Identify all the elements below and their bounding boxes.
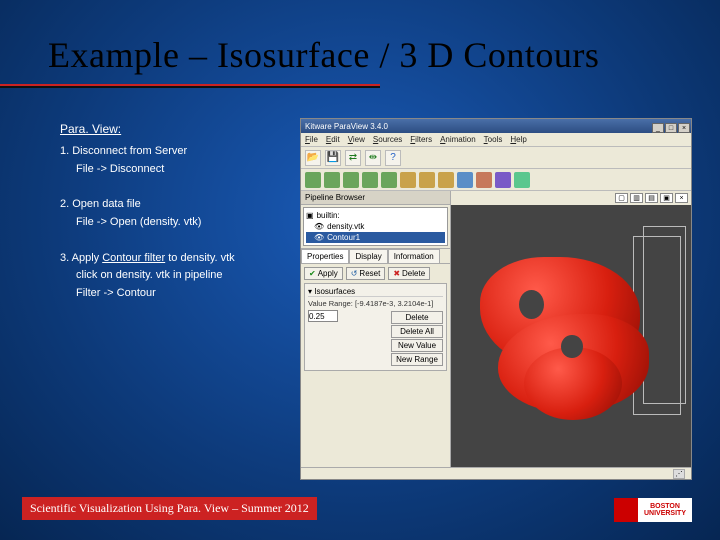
filter-icon[interactable]	[457, 172, 473, 188]
delete-all-button[interactable]: Delete All	[391, 325, 443, 338]
tab-properties[interactable]: Properties	[301, 249, 349, 263]
connect-icon[interactable]: ⇄	[345, 150, 361, 166]
delete-label: Delete	[402, 269, 425, 278]
instructions-heading: Para. View:	[60, 120, 290, 139]
step-2: 2. Open data file	[60, 196, 290, 214]
statusbar: ⋰	[301, 467, 691, 479]
menu-help[interactable]: Help	[510, 135, 526, 144]
left-panel: Pipeline Browser ▣builtin: 👁density.vtk …	[301, 191, 451, 467]
resize-grip-icon[interactable]: ⋰	[673, 469, 685, 479]
property-tabs: Properties Display Information	[301, 248, 450, 263]
view-split-v-icon[interactable]: ▤	[645, 193, 658, 203]
pipeline-browser-title: Pipeline Browser	[301, 191, 450, 205]
step-2a: File -> Open (density. vtk)	[76, 214, 290, 232]
step-3: 3. Apply Contour filter to density. vtk	[60, 250, 290, 268]
filter-icon[interactable]	[438, 172, 454, 188]
paraview-window: Kitware ParaView 3.4.0 _□× File Edit Vie…	[300, 118, 692, 480]
step-3a: click on density. vtk in pipeline	[76, 267, 290, 285]
filter-icon[interactable]	[514, 172, 530, 188]
boston-university-logo: BOSTONUNIVERSITY	[614, 498, 692, 522]
window-titlebar: Kitware ParaView 3.4.0 _□×	[301, 119, 691, 133]
step-3b: Filter -> Contour	[76, 285, 290, 303]
apply-button[interactable]: ✔Apply	[304, 267, 343, 280]
tree-item[interactable]: 👁density.vtk	[306, 221, 445, 232]
step-3-suffix: to density. vtk	[165, 252, 235, 264]
window-buttons: _□×	[652, 117, 691, 135]
eye-icon[interactable]: 👁	[314, 222, 324, 231]
tree-item-label: density.vtk	[327, 222, 364, 231]
delete-button[interactable]: ✖Delete	[388, 267, 430, 280]
step-1: 1. Disconnect from Server	[60, 143, 290, 161]
close-icon[interactable]: ×	[678, 123, 690, 133]
save-icon[interactable]: 💾	[325, 150, 341, 166]
main-area: Pipeline Browser ▣builtin: 👁density.vtk …	[301, 191, 691, 467]
bu-logo-red-block	[614, 498, 638, 522]
group-label: Isosurfaces	[314, 287, 355, 296]
bu-logo-text: BOSTONUNIVERSITY	[638, 503, 692, 517]
filter-icon[interactable]	[305, 172, 321, 188]
tab-display[interactable]: Display	[349, 249, 387, 263]
tree-item-selected[interactable]: 👁Contour1	[306, 232, 445, 243]
instructions-column: Para. View: 1. Disconnect from Server Fi…	[60, 120, 290, 302]
3d-canvas[interactable]	[451, 205, 691, 467]
filter-icon[interactable]	[362, 172, 378, 188]
filter-icon[interactable]	[419, 172, 435, 188]
menu-animation[interactable]: Animation	[440, 135, 476, 144]
delete-value-button[interactable]: Delete	[391, 311, 443, 324]
isosurface-render	[480, 257, 658, 419]
view-maximize-icon[interactable]: ▣	[660, 193, 673, 203]
filter-icon[interactable]	[400, 172, 416, 188]
menu-edit[interactable]: Edit	[326, 135, 340, 144]
filter-icon[interactable]	[381, 172, 397, 188]
eye-icon[interactable]: 👁	[314, 233, 324, 242]
new-value-button[interactable]: New Value	[391, 339, 443, 352]
menu-tools[interactable]: Tools	[484, 135, 503, 144]
filter-icon[interactable]	[495, 172, 511, 188]
disconnect-icon[interactable]: ⇹	[365, 150, 381, 166]
reset-icon: ↺	[351, 269, 358, 278]
footer-bar: Scientific Visualization Using Para. Vie…	[22, 497, 317, 520]
tree-root[interactable]: ▣builtin:	[306, 210, 445, 221]
window-title: Kitware ParaView 3.4.0	[301, 122, 652, 131]
step-3-link: Contour filter	[102, 252, 165, 264]
menu-sources[interactable]: Sources	[373, 135, 402, 144]
help-icon[interactable]: ?	[385, 150, 401, 166]
toolbar-2	[301, 169, 691, 191]
reset-button[interactable]: ↺Reset	[346, 267, 386, 280]
server-icon: ▣	[306, 211, 314, 220]
open-icon[interactable]: 📂	[305, 150, 321, 166]
step-1a: File -> Disconnect	[76, 161, 290, 179]
minimize-icon[interactable]: _	[652, 123, 664, 133]
toolbar-1: 📂 💾 ⇄ ⇹ ?	[301, 147, 691, 169]
properties-panel: ✔Apply ↺Reset ✖Delete ▾ Isosurfaces Valu…	[301, 263, 450, 467]
tree-item-label: Contour1	[327, 233, 360, 242]
tree-root-label: builtin:	[317, 211, 340, 220]
isosurfaces-group: ▾ Isosurfaces Value Range: [-9.4187e-3, …	[304, 283, 447, 371]
value-range: Value Range: [-9.4187e-3, 3.2104e-1]	[308, 299, 443, 308]
reset-label: Reset	[359, 269, 380, 278]
menubar: File Edit View Sources Filters Animation…	[301, 133, 691, 147]
menu-filters[interactable]: Filters	[410, 135, 432, 144]
view-split-icon[interactable]: ▢	[615, 193, 628, 203]
delete-icon: ✖	[393, 269, 400, 278]
filter-icon[interactable]	[476, 172, 492, 188]
apply-label: Apply	[318, 269, 338, 278]
check-icon: ✔	[309, 269, 316, 278]
new-range-button[interactable]: New Range	[391, 353, 443, 366]
pipeline-tree: ▣builtin: 👁density.vtk 👁Contour1	[303, 207, 448, 246]
render-view: ▢ ▥ ▤ ▣ ×	[451, 191, 691, 467]
view-close-icon[interactable]: ×	[675, 193, 688, 203]
slide-title: Example – Isosurface / 3 D Contours	[48, 34, 599, 76]
iso-value-input[interactable]	[308, 310, 338, 322]
menu-file[interactable]: File	[305, 135, 318, 144]
view-split-h-icon[interactable]: ▥	[630, 193, 643, 203]
filter-icon[interactable]	[343, 172, 359, 188]
menu-view[interactable]: View	[348, 135, 365, 144]
maximize-icon[interactable]: □	[665, 123, 677, 133]
step-3-prefix: 3. Apply	[60, 252, 102, 264]
title-underline	[0, 84, 380, 88]
view-header: ▢ ▥ ▤ ▣ ×	[451, 191, 691, 205]
tab-information[interactable]: Information	[388, 249, 440, 263]
filter-icon[interactable]	[324, 172, 340, 188]
